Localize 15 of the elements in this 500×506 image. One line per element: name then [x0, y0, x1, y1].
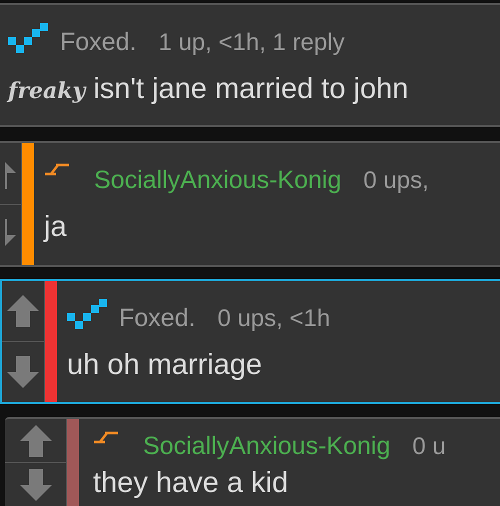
comment-text: they have a kid	[93, 469, 288, 498]
author-name[interactable]: SociallyAnxious-Konig	[143, 434, 390, 459]
author-name[interactable]: Foxed.	[60, 30, 136, 55]
author-name[interactable]: SociallyAnxious-Konig	[94, 168, 342, 193]
comment-meta: 0 ups, <1h	[217, 307, 330, 331]
author-name[interactable]: Foxed.	[119, 306, 196, 331]
lightning-icon	[93, 431, 119, 445]
comment-meta: 0 u	[412, 435, 446, 459]
flair-label: freaky	[8, 80, 86, 102]
comment-meta: 0 ups,	[363, 169, 429, 193]
comment-text: ja	[44, 213, 67, 242]
lightning-icon	[44, 163, 70, 177]
comment-text: uh oh marriage	[67, 351, 262, 380]
comment-meta: 1 up, <1h, 1 reply	[158, 31, 345, 55]
comment-text: isn't jane married to john	[93, 75, 408, 104]
